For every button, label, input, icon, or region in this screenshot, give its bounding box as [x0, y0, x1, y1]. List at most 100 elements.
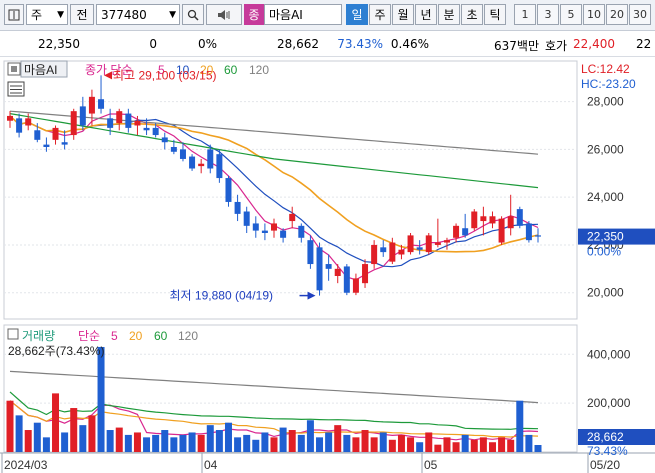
volume-bar	[425, 432, 433, 452]
search-button[interactable]	[182, 4, 204, 25]
type-select[interactable]: 주 ▼	[26, 4, 68, 25]
volume-bar	[470, 439, 478, 452]
candle-body	[298, 225, 305, 238]
candle-body	[243, 211, 250, 226]
candle-body	[61, 142, 68, 145]
volume-tick-label: 400,000	[587, 347, 631, 361]
interval-button-20[interactable]: 20	[606, 4, 628, 25]
stock-chart[interactable]: 28,00026,00024,00022,00020,000400,000200…	[0, 57, 655, 473]
candle-body	[343, 266, 350, 293]
candle-body	[43, 144, 50, 147]
candle-body	[425, 235, 432, 253]
volume-bar	[261, 432, 269, 452]
volume-tick-label: 200,000	[587, 396, 631, 410]
high-annotation: 최고 29,100 (03/15)	[113, 68, 216, 82]
period-tab-2[interactable]: 월	[392, 4, 414, 25]
candle-body	[516, 209, 523, 226]
candle-body	[380, 247, 387, 253]
volume-pane-collapse-icon[interactable]	[7, 328, 19, 340]
quote-change-pct: 0%	[197, 37, 217, 51]
period-tab-1[interactable]: 주	[369, 4, 391, 25]
volume-bar	[143, 437, 151, 452]
candle-body	[471, 211, 478, 229]
quote-turnover: 0.46%	[390, 37, 429, 51]
candle-body	[434, 242, 441, 245]
volume-bar	[115, 427, 123, 452]
volume-bar	[270, 437, 278, 452]
price-tick-label: 28,000	[587, 95, 624, 109]
vol-ma-period-5: 5	[111, 329, 118, 343]
x-axis-label: 05	[424, 458, 438, 472]
volume-bar	[416, 442, 424, 452]
jong-badge[interactable]: 종	[244, 4, 264, 25]
volume-bar	[316, 437, 324, 452]
candle-body	[88, 96, 95, 114]
volume-bar	[70, 408, 78, 452]
volume-bar	[243, 434, 251, 452]
current-change: 0.00%	[587, 245, 621, 259]
candle-body	[207, 149, 214, 169]
quote-price: 22,350	[38, 37, 80, 51]
volume-bar	[161, 430, 169, 452]
jeon-label: 전	[76, 8, 88, 22]
candle-body	[116, 111, 123, 124]
volume-bar	[343, 434, 351, 452]
jong-label: 종	[248, 8, 260, 22]
candle-body	[407, 235, 414, 253]
candle-body	[79, 106, 86, 126]
volume-bar	[325, 432, 333, 452]
current-volume: 28,662	[587, 430, 624, 444]
volume-bar	[443, 437, 451, 452]
period-tab-3[interactable]: 년	[415, 4, 437, 25]
volume-bar	[461, 434, 469, 452]
chevron-down-icon: ▼	[169, 9, 176, 20]
code-input[interactable]: 377480 ▼	[96, 4, 180, 25]
quote-amount: 637백만	[494, 39, 539, 53]
square-icon	[11, 66, 17, 72]
period-tab-4[interactable]: 분	[438, 4, 460, 25]
candle-body	[107, 118, 114, 128]
candle-body	[362, 264, 369, 284]
interval-button-5[interactable]: 5	[560, 4, 582, 25]
candle-body	[134, 120, 141, 126]
period-tab-6[interactable]: 틱	[484, 4, 506, 25]
candle-body	[453, 225, 460, 238]
candle-body	[535, 235, 541, 237]
candle-body	[152, 127, 159, 136]
volume-bar	[197, 434, 205, 452]
interval-button-1[interactable]: 1	[514, 4, 536, 25]
candle-body	[7, 115, 13, 121]
chart-type-icon[interactable]	[4, 4, 24, 25]
candle-body	[252, 223, 259, 231]
volume-bar	[279, 427, 287, 452]
volume-bar	[6, 400, 14, 452]
candle-body	[179, 149, 186, 159]
jeon-button[interactable]: 전	[70, 4, 94, 25]
volume-label: 거래량	[22, 329, 55, 343]
quote-extra: 22	[636, 37, 652, 51]
volume-bar	[234, 437, 242, 452]
interval-button-3[interactable]: 3	[537, 4, 559, 25]
volume-bar	[188, 432, 196, 452]
stock-name: 마음AI	[269, 8, 303, 22]
volume-bar	[33, 422, 41, 452]
ma-period-120: 120	[249, 63, 269, 77]
period-tab-0[interactable]: 일	[346, 4, 368, 25]
volume-bar	[215, 430, 223, 452]
interval-button-30[interactable]: 30	[629, 4, 651, 25]
price-tick-label: 24,000	[587, 190, 624, 204]
sound-button[interactable]	[206, 4, 242, 25]
volume-bar	[97, 346, 105, 452]
stock-name-field[interactable]: 마음AI	[264, 4, 342, 25]
current-price: 22,350	[587, 230, 624, 244]
volume-bar	[525, 434, 533, 452]
low-annotation: 최저 19,880 (04/19)	[170, 289, 273, 303]
candle-body	[334, 268, 341, 276]
candle-body	[125, 113, 132, 128]
candle-body	[216, 154, 223, 179]
vol-ma-label: 단순	[78, 329, 100, 343]
interval-button-10[interactable]: 10	[583, 4, 605, 25]
period-tab-5[interactable]: 초	[461, 4, 483, 25]
candle-body	[389, 242, 396, 262]
name-tag: 마음AI	[24, 63, 57, 77]
